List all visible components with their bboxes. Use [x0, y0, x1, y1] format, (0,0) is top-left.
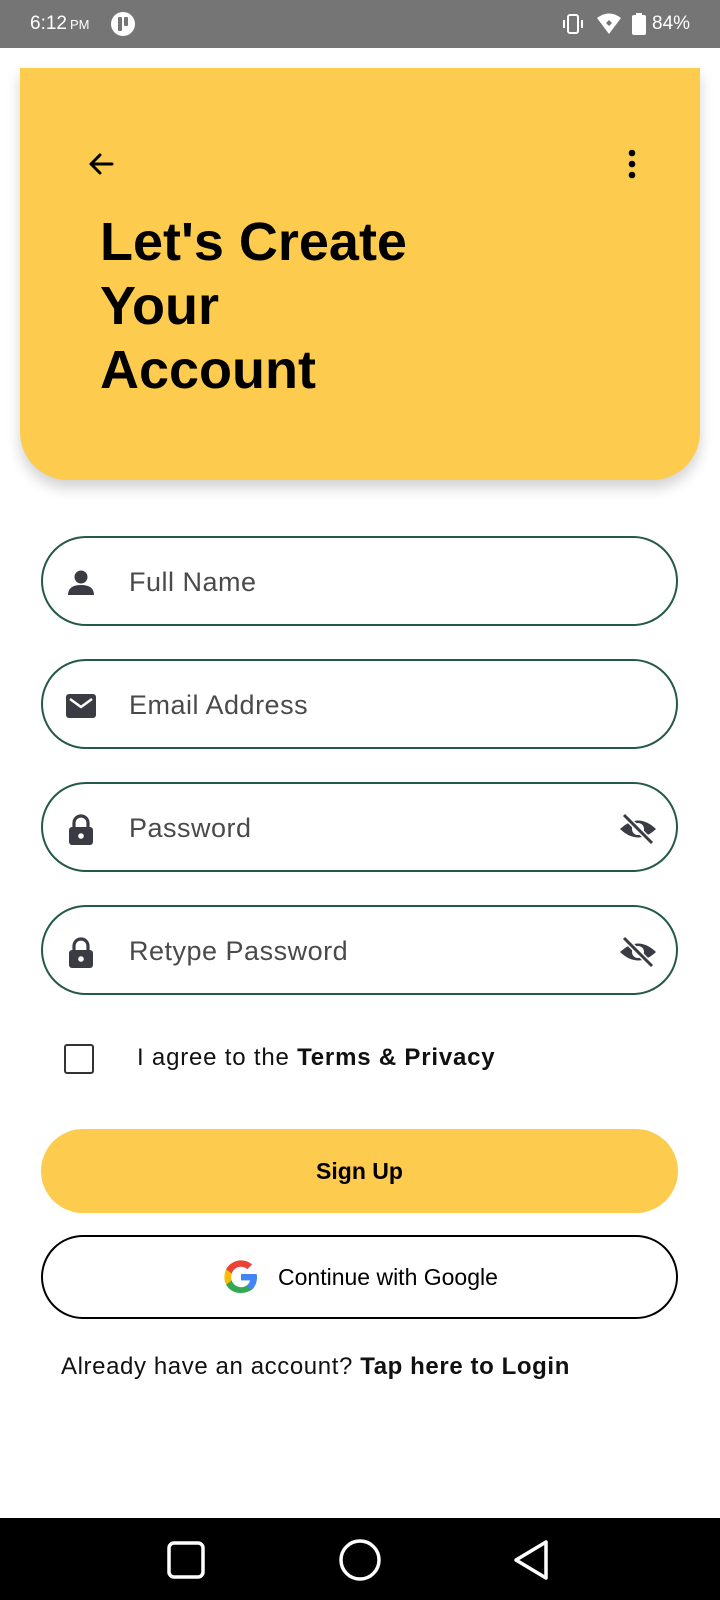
login-link[interactable]: Tap here to Login: [360, 1353, 570, 1380]
terms-privacy-link[interactable]: Terms & Privacy: [297, 1044, 495, 1071]
terms-text: I agree to the Terms & Privacy: [137, 1044, 495, 1072]
retype-password-field: [41, 905, 678, 995]
google-logo-icon: [224, 1260, 257, 1293]
email-field: [41, 659, 678, 749]
battery-percentage: 84%: [652, 13, 691, 34]
more-vertical-icon[interactable]: [612, 144, 652, 184]
battery-icon: [632, 13, 646, 35]
back-triangle-icon[interactable]: [510, 1538, 554, 1582]
arrow-left-icon[interactable]: [82, 144, 122, 184]
email-input[interactable]: [129, 681, 589, 729]
eye-off-icon[interactable]: [618, 935, 658, 969]
status-clock: 6:12: [30, 13, 67, 34]
home-circle-icon[interactable]: [338, 1538, 382, 1582]
status-ampm: PM: [69, 17, 90, 32]
full-name-input[interactable]: [129, 558, 589, 606]
continue-with-google-button[interactable]: Continue with Google: [41, 1235, 678, 1319]
recents-square-icon[interactable]: [164, 1538, 208, 1582]
eye-off-icon[interactable]: [618, 812, 658, 846]
navigation-bar: [0, 1518, 720, 1600]
lock-icon: [69, 937, 93, 968]
login-prompt-text: Already have an account?: [61, 1353, 353, 1380]
app-notification-icon: [111, 12, 135, 36]
password-input[interactable]: [129, 804, 589, 852]
sign-up-button[interactable]: Sign Up: [41, 1129, 678, 1213]
lock-icon: [69, 814, 93, 845]
vibrate-icon: [563, 14, 583, 34]
terms-checkbox[interactable]: [64, 1044, 94, 1074]
mail-icon: [66, 694, 96, 718]
retype-password-input[interactable]: [129, 927, 589, 975]
title-line-3: Account: [100, 340, 316, 400]
status-time: 6:12 PM: [30, 13, 89, 35]
status-bar: 6:12 PM 84%: [0, 0, 720, 48]
login-prompt: Already have an account? Tap here to Log…: [61, 1353, 570, 1381]
full-name-field: [41, 536, 678, 626]
terms-prefix: I agree to the: [137, 1044, 290, 1071]
wifi-icon: [597, 13, 621, 34]
page-title: Let's Create Your Account: [100, 210, 520, 402]
title-line-1: Let's Create: [100, 212, 407, 272]
title-line-2: Your: [100, 276, 219, 336]
person-icon: [68, 570, 94, 595]
google-button-label: Continue with Google: [278, 1264, 498, 1290]
header-card: Let's Create Your Account: [20, 68, 700, 480]
password-field: [41, 782, 678, 872]
